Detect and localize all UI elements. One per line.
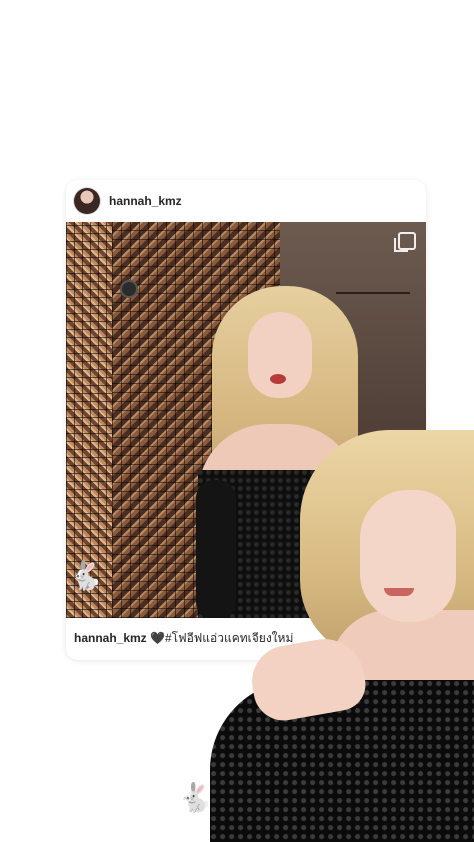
shower-fixture	[122, 282, 136, 296]
person-arm	[196, 480, 236, 618]
person-lips	[270, 374, 286, 384]
rabbit-sticker-icon: 🐇	[178, 782, 213, 813]
post-caption: hannah_kmz 🖤#โฟอีฟแอ่วแคทเจียงใหม่	[74, 629, 293, 648]
towel-rail	[336, 292, 410, 294]
caption-hashtag[interactable]: #โฟอีฟแอ่วแคทเจียงใหม่	[165, 631, 293, 645]
post-header: hannah_kmz	[66, 180, 426, 222]
black-heart-icon: 🖤	[150, 631, 165, 645]
person-face	[248, 312, 312, 398]
mosaic-tile-wall-left	[66, 222, 112, 618]
cutout-person-face	[360, 490, 456, 622]
post-username[interactable]: hannah_kmz	[109, 194, 182, 208]
caption-username[interactable]: hannah_kmz	[74, 631, 147, 645]
profile-avatar[interactable]	[74, 188, 100, 214]
rabbit-sticker-icon: 🐇	[68, 560, 103, 591]
multiple-photos-icon	[394, 232, 416, 252]
cutout-person-smile	[384, 588, 414, 596]
